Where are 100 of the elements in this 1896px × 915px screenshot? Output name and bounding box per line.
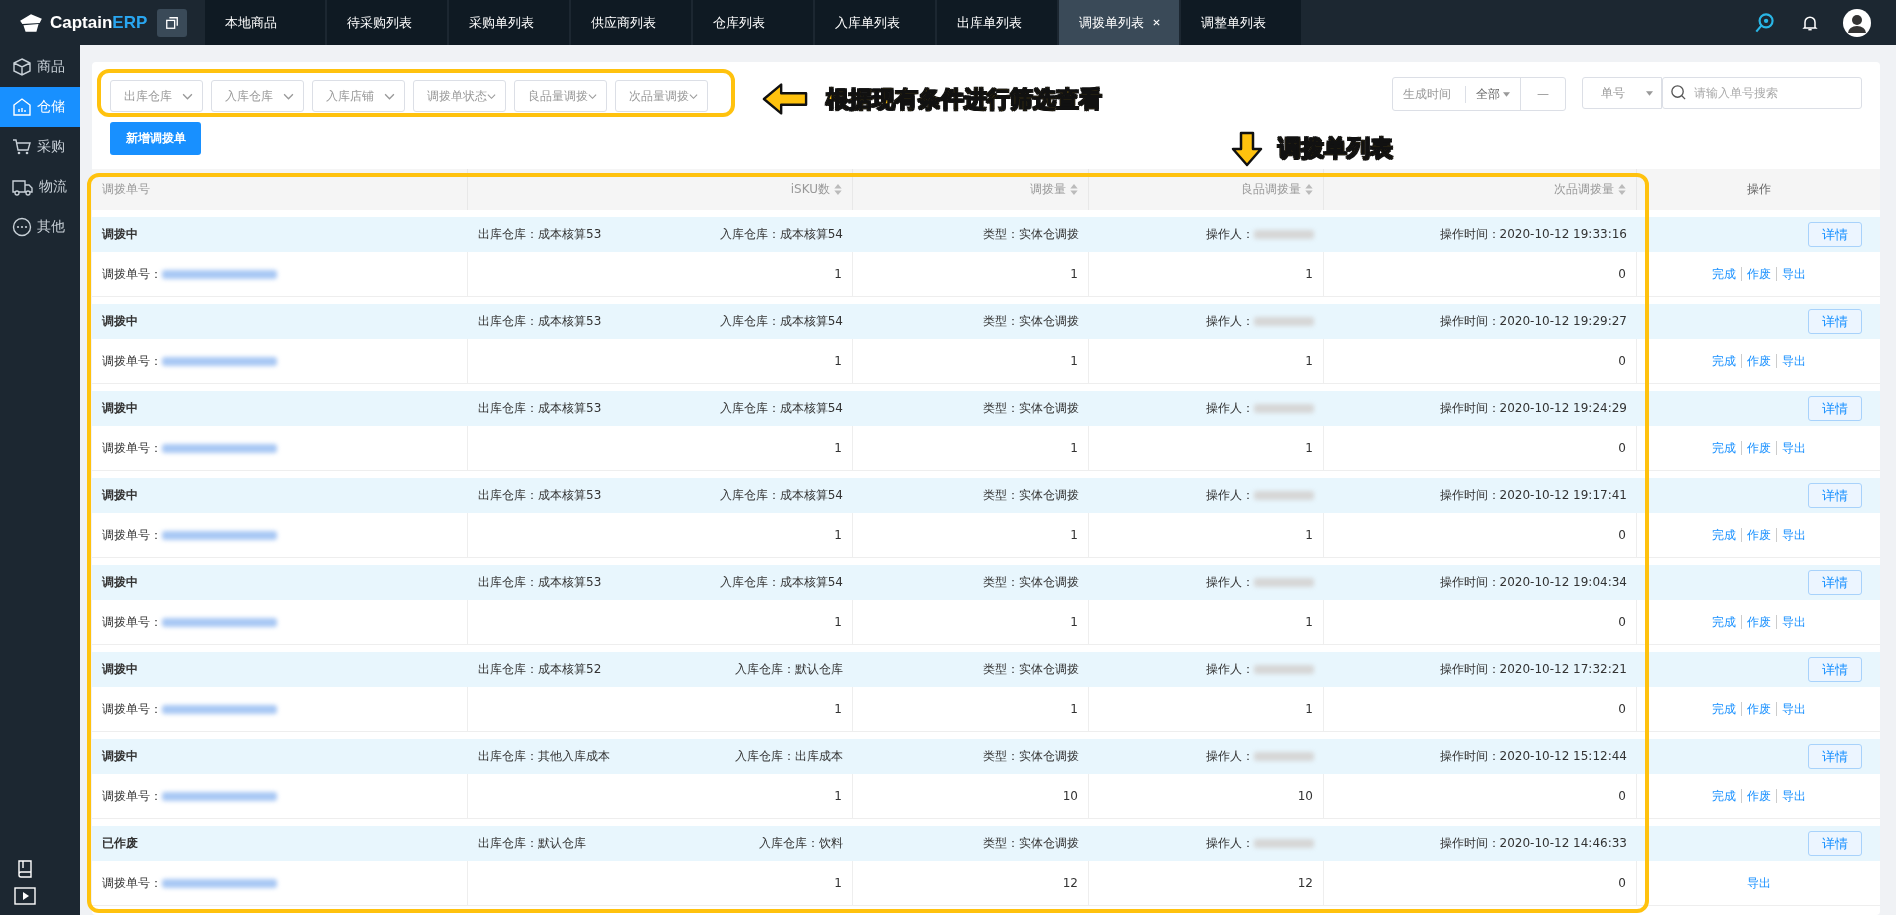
table-cell: 1 — [1070, 441, 1078, 455]
search-field[interactable]: 请输入单号搜索 — [1662, 77, 1862, 109]
redacted-link[interactable] — [162, 443, 277, 453]
table-cell: 1 — [1305, 528, 1313, 542]
action-link[interactable]: 完成 — [1711, 700, 1736, 718]
column-header[interactable]: 次品调拨量 — [1324, 169, 1637, 210]
transfer-type: 类型：实体仓调拨 — [983, 226, 1079, 243]
details-button[interactable]: 详情 — [1808, 483, 1862, 508]
redacted-link[interactable] — [162, 617, 277, 627]
filter-select[interactable]: 调拨单状态 — [413, 80, 506, 112]
action-link[interactable]: 作废 — [1746, 439, 1771, 457]
nav-tab[interactable]: 出库单列表 — [937, 0, 1057, 45]
action-link[interactable]: 完成 — [1711, 787, 1736, 805]
details-button[interactable]: 详情 — [1808, 831, 1862, 856]
table-cell: 0 — [1618, 267, 1626, 281]
more-icon — [12, 217, 32, 237]
redacted-link[interactable] — [162, 878, 277, 888]
nav-tab[interactable]: 入库单列表 — [815, 0, 935, 45]
action-link[interactable]: 作废 — [1746, 265, 1771, 283]
details-button[interactable]: 详情 — [1808, 309, 1862, 334]
redacted-link[interactable] — [162, 356, 277, 366]
operation-time: 操作时间：2020-10-12 17:32:21 — [1439, 661, 1627, 678]
table-cell: 1 — [834, 441, 842, 455]
nav-tab[interactable]: 本地商品 — [205, 0, 325, 45]
sidebar-item[interactable]: 采购 — [0, 127, 80, 167]
redacted-link[interactable] — [162, 704, 277, 714]
source-warehouse: 出库仓库：成本核算53 — [478, 313, 602, 330]
redacted-link[interactable] — [162, 530, 277, 540]
warehouse-icon — [12, 97, 32, 117]
action-link[interactable]: 完成 — [1711, 526, 1736, 544]
chevron-down-icon — [487, 92, 496, 100]
close-icon[interactable] — [1152, 18, 1161, 27]
column-header[interactable]: 调拨量 — [853, 169, 1089, 210]
brand-name: CaptainERP — [50, 12, 148, 33]
sort-icon[interactable] — [1618, 184, 1626, 195]
redacted-text — [1254, 839, 1314, 848]
action-link[interactable]: 作废 — [1746, 352, 1771, 370]
operator-label: 操作人： — [1206, 400, 1254, 417]
action-link[interactable]: 作废 — [1746, 613, 1771, 631]
book-icon[interactable] — [15, 859, 35, 879]
new-transfer-button[interactable]: 新增调拨单 — [110, 122, 201, 155]
action-link[interactable]: 完成 — [1711, 439, 1736, 457]
filter-select[interactable]: 出库仓库 — [110, 80, 203, 112]
redacted-text — [1254, 578, 1314, 587]
order-number-label: 调拨单号： — [102, 700, 162, 718]
action-link[interactable]: 作废 — [1746, 787, 1771, 805]
nav-tab[interactable]: 采购单列表 — [449, 0, 569, 45]
details-button[interactable]: 详情 — [1808, 657, 1862, 682]
action-link[interactable]: 完成 — [1711, 352, 1736, 370]
window-icon[interactable] — [157, 8, 188, 37]
redacted-text — [1254, 491, 1314, 500]
filter-select[interactable]: 入库店铺 — [312, 80, 405, 112]
sidebar-item[interactable]: 其他 — [0, 207, 80, 247]
sort-icon[interactable] — [1070, 184, 1078, 195]
play-icon[interactable] — [14, 887, 36, 905]
action-link[interactable]: 导出 — [1781, 613, 1806, 631]
filter-select[interactable]: 良品量调拨 — [514, 80, 607, 112]
action-link[interactable]: 导出 — [1781, 265, 1806, 283]
redacted-link[interactable] — [162, 791, 277, 801]
action-link[interactable]: 导出 — [1781, 787, 1806, 805]
nav-tab[interactable]: 调整单列表 — [1181, 0, 1301, 45]
details-button[interactable]: 详情 — [1808, 396, 1862, 421]
operation-time: 操作时间：2020-10-12 19:33:16 — [1439, 226, 1627, 243]
nav-tab[interactable]: 调拨单列表 — [1059, 0, 1179, 45]
target-warehouse: 入库仓库：成本核算54 — [719, 574, 843, 591]
date-filter[interactable]: 生成时间 全部 — — [1392, 77, 1566, 111]
action-link[interactable]: 导出 — [1781, 526, 1806, 544]
column-header[interactable]: 良品调拨量 — [1089, 169, 1324, 210]
action-link[interactable]: 导出 — [1781, 439, 1806, 457]
sort-icon[interactable] — [834, 184, 842, 195]
operator-label: 操作人： — [1206, 748, 1254, 765]
details-button[interactable]: 详情 — [1808, 744, 1862, 769]
nav-tab[interactable]: 待采购列表 — [327, 0, 447, 45]
details-button[interactable]: 详情 — [1808, 222, 1862, 247]
action-link[interactable]: 导出 — [1746, 874, 1771, 892]
target-warehouse: 入库仓库：成本核算54 — [719, 487, 843, 504]
avatar-icon[interactable] — [1842, 7, 1872, 38]
action-link[interactable]: 完成 — [1711, 613, 1736, 631]
range-select[interactable]: 全部 — [1466, 78, 1520, 110]
filter-select[interactable]: 次品量调拨 — [615, 80, 708, 112]
operation-time: 操作时间：2020-10-12 19:04:34 — [1439, 574, 1627, 591]
action-link[interactable]: 导出 — [1781, 700, 1806, 718]
action-link[interactable]: 作废 — [1746, 526, 1771, 544]
filter-select[interactable]: 入库仓库 — [211, 80, 304, 112]
sidebar-item[interactable]: 商品 — [0, 47, 80, 87]
sidebar-item[interactable]: 仓储 — [0, 87, 80, 127]
nav-tab[interactable]: 供应商列表 — [571, 0, 691, 45]
search-field-select[interactable]: 单号 — [1582, 77, 1662, 109]
action-link[interactable]: 导出 — [1781, 352, 1806, 370]
action-link[interactable]: 作废 — [1746, 700, 1771, 718]
sidebar-item[interactable]: 物流 — [0, 167, 80, 207]
target-warehouse: 入库仓库：成本核算54 — [719, 400, 843, 417]
redacted-link[interactable] — [162, 269, 277, 279]
details-button[interactable]: 详情 — [1808, 570, 1862, 595]
sort-icon[interactable] — [1305, 184, 1313, 195]
action-link[interactable]: 完成 — [1711, 265, 1736, 283]
status-text: 调拨中 — [102, 574, 138, 591]
nav-tab[interactable]: 仓库列表 — [693, 0, 813, 45]
column-header[interactable]: iSKU数 — [468, 169, 853, 210]
source-warehouse: 出库仓库：成本核算53 — [478, 574, 602, 591]
